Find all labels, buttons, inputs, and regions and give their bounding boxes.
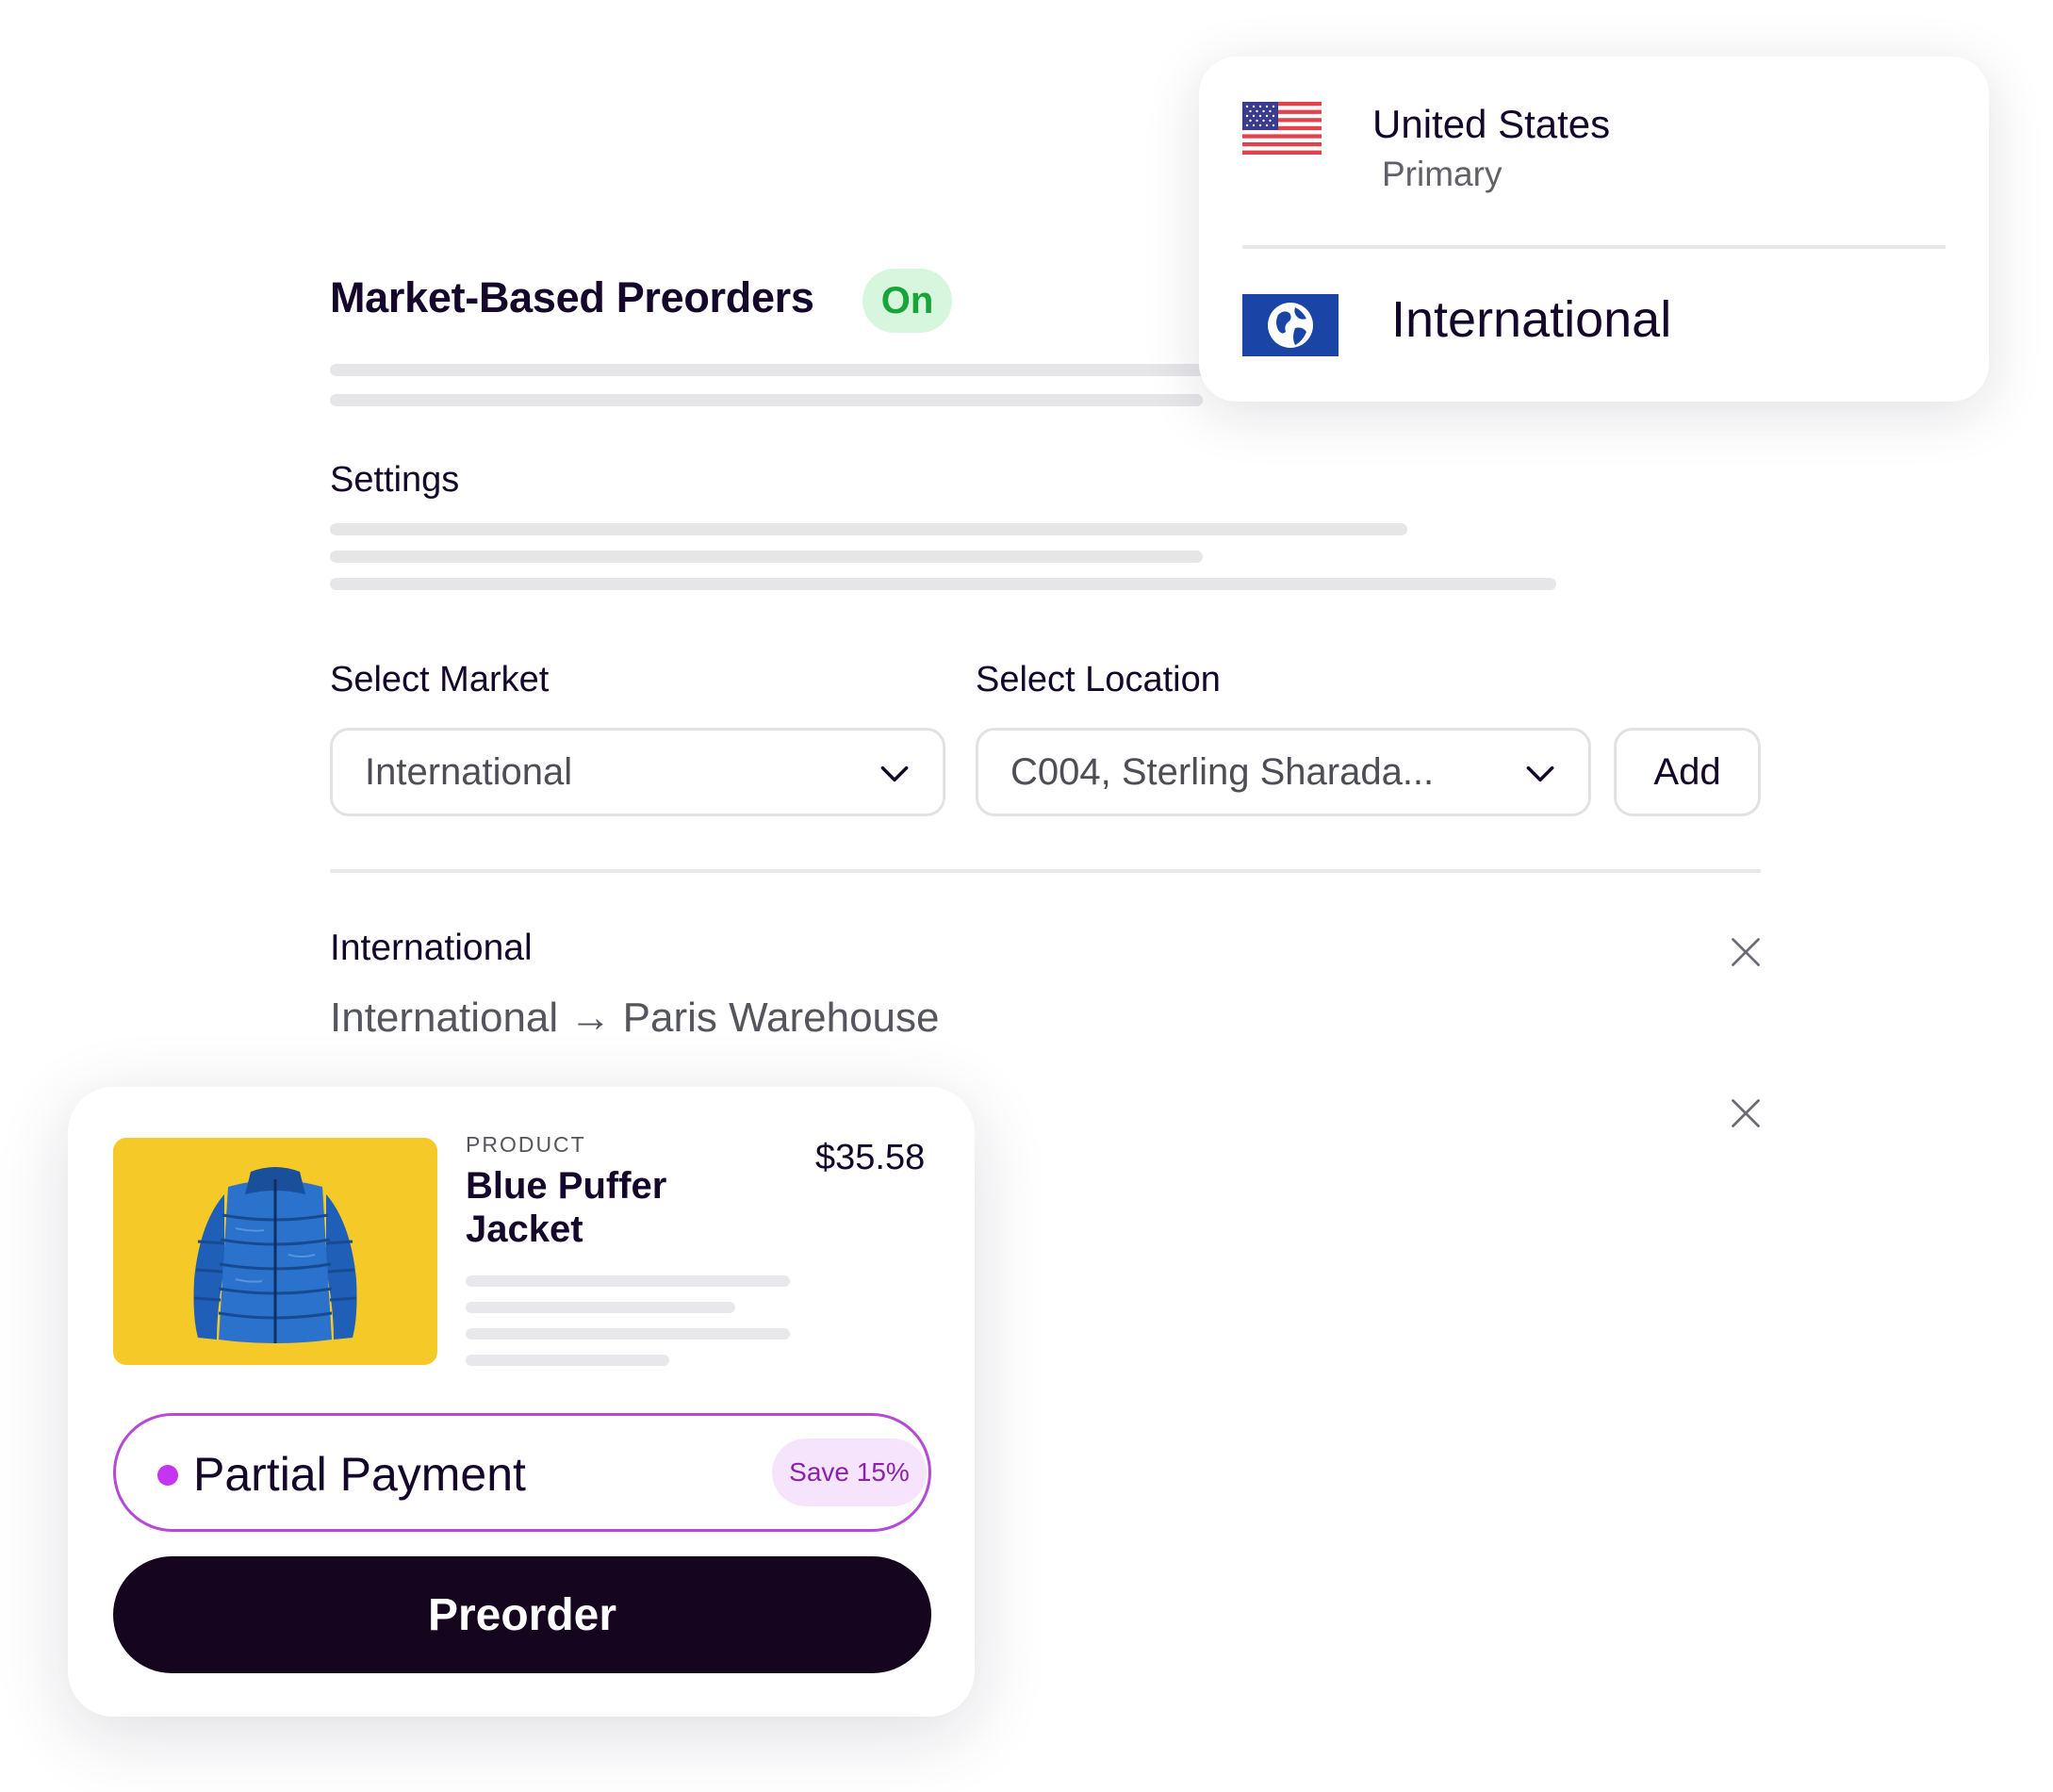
arrow-right-icon: → — [569, 995, 612, 1041]
chevron-down-icon — [880, 765, 909, 782]
close-icon[interactable] — [1729, 935, 1763, 969]
close-icon[interactable] — [1729, 1096, 1763, 1130]
preorder-button[interactable]: Preorder — [113, 1556, 931, 1673]
payment-option-label: Partial Payment — [193, 1448, 526, 1501]
placeholder-line — [330, 578, 1556, 590]
market-dropdown-popover: United States Primary International — [1199, 57, 1989, 402]
divider — [330, 869, 1761, 873]
product-card: PRODUCT Blue Puffer Jacket $35.58 Partia… — [68, 1087, 975, 1717]
market-option-international[interactable]: International — [1391, 290, 1671, 349]
product-price: $35.58 — [815, 1138, 926, 1177]
market-option-us-subtitle: Primary — [1382, 155, 1503, 193]
radio-dot-icon — [157, 1465, 178, 1486]
placeholder-line — [330, 523, 1407, 535]
placeholder-line — [330, 364, 1263, 376]
product-name: Blue Puffer Jacket — [466, 1165, 667, 1250]
page-title: Market-Based Preorders — [330, 273, 814, 321]
globe-icon — [1242, 294, 1339, 356]
market-label: Select Market — [330, 660, 550, 699]
chevron-down-icon — [1526, 765, 1554, 782]
assignment-title: International — [330, 928, 533, 968]
placeholder-line — [466, 1302, 735, 1313]
divider — [1242, 245, 1946, 249]
partial-payment-option[interactable]: Partial Payment Save 15% — [113, 1413, 931, 1532]
placeholder-line — [330, 394, 1203, 406]
market-option-us[interactable]: United States — [1372, 102, 1610, 147]
placeholder-line — [466, 1275, 790, 1287]
placeholder-line — [330, 551, 1203, 563]
location-select[interactable]: C004, Sterling Sharada... — [976, 728, 1591, 816]
market-select[interactable]: International — [330, 728, 945, 816]
placeholder-line — [466, 1355, 669, 1366]
location-select-value: C004, Sterling Sharada... — [1010, 750, 1435, 793]
add-button[interactable]: Add — [1614, 728, 1761, 816]
market-select-value: International — [365, 750, 573, 793]
route-to: Paris Warehouse — [622, 995, 940, 1041]
section-title: Settings — [330, 460, 460, 500]
status-badge[interactable]: On — [862, 269, 952, 333]
us-flag-icon — [1242, 102, 1322, 155]
jacket-icon — [113, 1138, 437, 1365]
location-label: Select Location — [976, 660, 1221, 699]
save-badge: Save 15% — [772, 1439, 927, 1506]
product-kicker: PRODUCT — [466, 1132, 586, 1157]
assignment-route: International → Paris Warehouse — [330, 995, 939, 1042]
placeholder-line — [466, 1328, 790, 1340]
route-from: International — [330, 995, 559, 1041]
